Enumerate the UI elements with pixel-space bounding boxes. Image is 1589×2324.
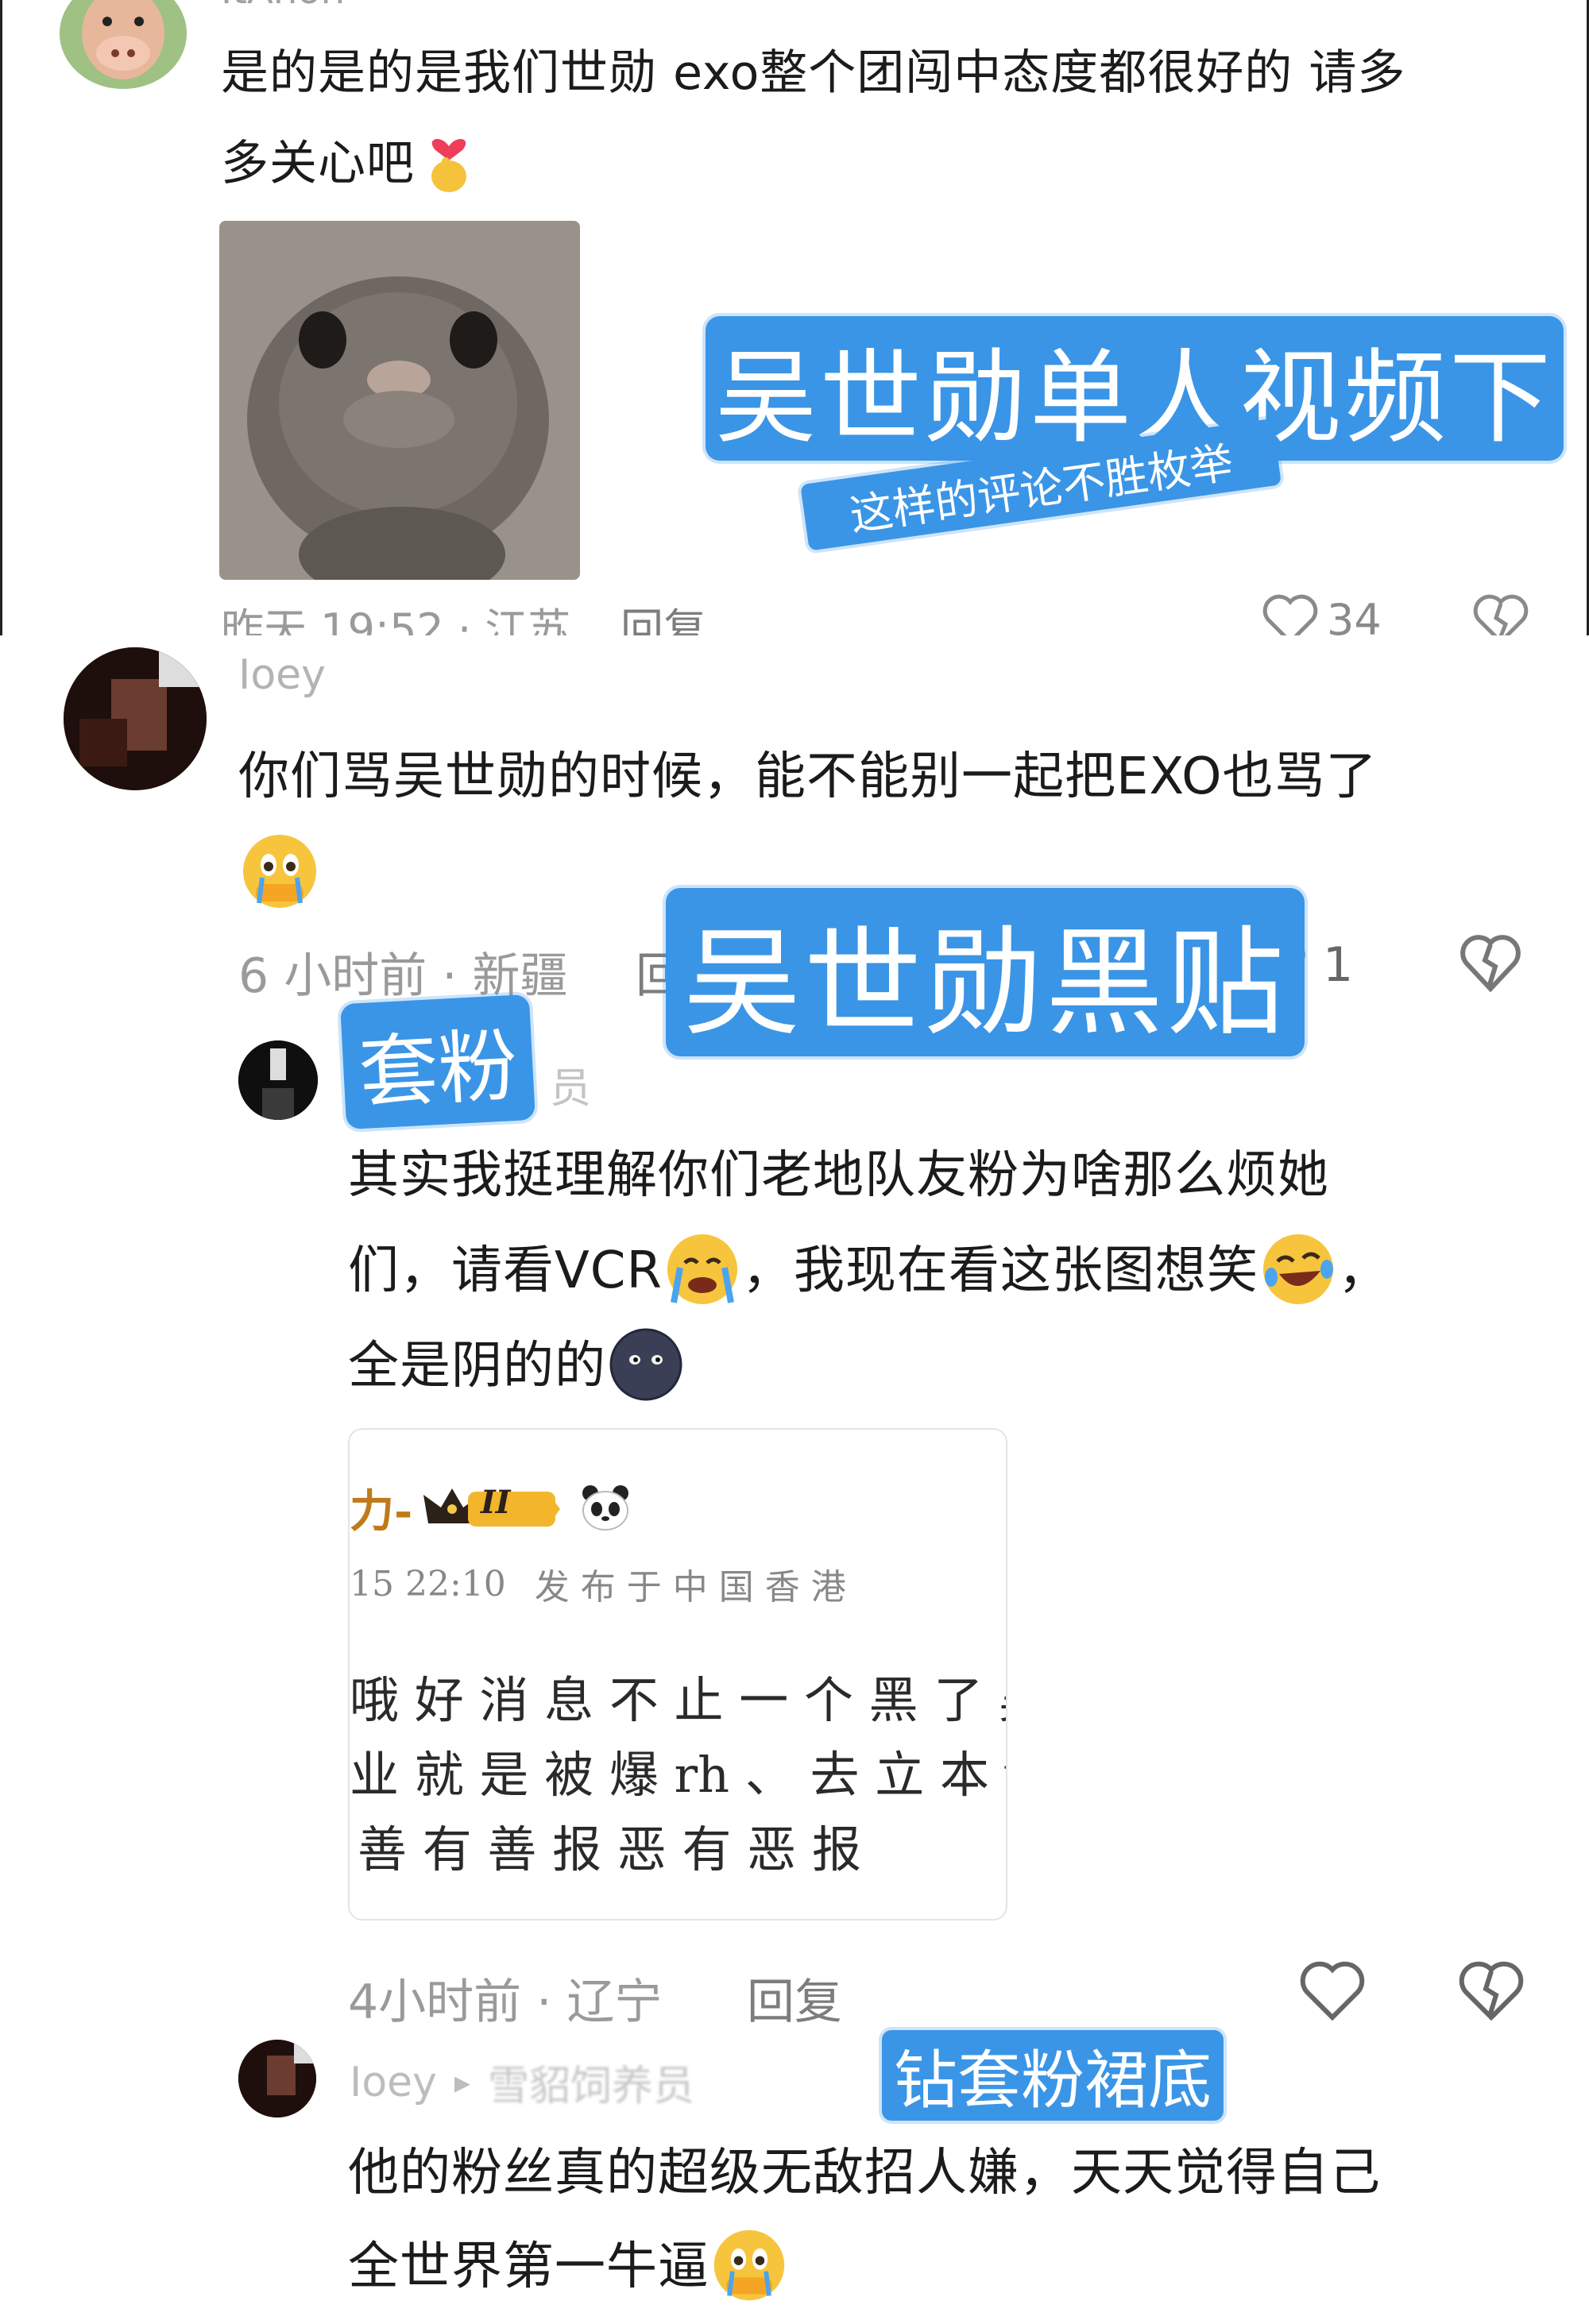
card-published: 发 布 于 中 国 香 港: [534, 1567, 846, 1608]
comment1-text-line1: 是的是的是我们世勋 exo整个团闯中态度都很好的 请多: [221, 45, 1406, 101]
card-line2: 业 就 是 被 爆 rh 、 去 立 本 yp 只: [350, 1746, 1006, 1804]
heart-icon: [1300, 1961, 1365, 2021]
comment3-text-line2a: 们，请看VCR: [348, 1241, 663, 1300]
comment4-text-line2: 全世界第一牛逼: [348, 2237, 709, 2296]
card-header-prefix: 力-: [350, 1484, 413, 1538]
comment4-avatar[interactable]: [238, 2040, 316, 2117]
cow-avatar-icon: [60, 0, 187, 89]
card-line1: 哦 好 消 息 不 止 一 个 黑 了 吴: [350, 1671, 1007, 1729]
card-time-row: 15 22:10 发 布 于 中 国 香 港: [350, 1558, 846, 1609]
new-moon-face-emoji: [606, 1325, 686, 1407]
user-avatar-photo: [238, 2040, 316, 2117]
comment3-text-line2c: ，: [1337, 1241, 1390, 1300]
panda-emoji: [579, 1484, 632, 1531]
card-line3: 善 有 善 报 恶 有 恶 报: [358, 1820, 861, 1878]
comment4-username[interactable]: Ioey: [350, 2059, 437, 2106]
comment3-reply-button[interactable]: 回复: [747, 1963, 842, 2033]
comment1-text-line2: 多关心吧: [221, 136, 415, 191]
laughing-crying-emoji: [1258, 1230, 1338, 1312]
comment3-avatar[interactable]: [238, 1040, 318, 1120]
card-badge-text: II: [481, 1484, 511, 1521]
comment4-username-row: Ioey ▸ 雪貂饲养员: [350, 2052, 694, 2112]
comment4-text-line1: 他的粉丝真的超级无敌招人嫌，天天觉得自己: [348, 2144, 1381, 2202]
crying-emoji: [238, 830, 321, 916]
comment-panel-top: ItAnon 是的是的是我们世勋 exo整个团闯中态度都很好的 请多 多关心吧 …: [0, 0, 1589, 654]
comment4-text-line2-row: 全世界第一牛逼: [348, 2219, 789, 2314]
comment2-username[interactable]: Ioey: [238, 651, 326, 699]
overlay-tag-fake-fan-under: 钻套粉裙底: [882, 2030, 1224, 2121]
user-avatar-photo: [64, 647, 207, 790]
comment2-text-line1: 你们骂吴世勋的时候，能不能别一起把EXO也骂了: [238, 747, 1378, 806]
comment3-text-line2b: ，我现在看这张图想笑: [741, 1241, 1258, 1300]
broken-heart-icon: [1459, 1961, 1524, 2021]
rabbit-photo: [219, 221, 580, 580]
comment3-dislike-button[interactable]: [1458, 1960, 1525, 2025]
card-time: 15 22:10: [350, 1563, 506, 1604]
user-avatar-photo: [238, 1040, 318, 1120]
loudly-crying-emoji: [663, 1230, 742, 1312]
comment3-username[interactable]: 员: [550, 1055, 591, 1114]
comment1-image[interactable]: [219, 221, 580, 580]
comment1-username[interactable]: ItAnon: [221, 0, 345, 13]
comment3-meta: 4小时前 · 辽宁: [348, 1975, 663, 2030]
comment2-avatar[interactable]: [64, 647, 207, 790]
comment3-text-line2-row: 们，请看VCR ，我现在看这张图想笑 ，: [348, 1223, 1390, 1318]
card-header-row: 力- II: [350, 1477, 632, 1538]
user-avatar[interactable]: [60, 0, 187, 89]
comment3-like-button[interactable]: [1299, 1960, 1366, 2025]
overlay-tag-black-post: 吴世勋黑贴: [666, 888, 1305, 1056]
arrow-icon: ▸: [454, 2063, 470, 2101]
comment3-text-line1: 其实我挺理解你们老地队友粉为啥那么烦她: [348, 1146, 1329, 1205]
comment-panel-bottom: Ioey 你们骂吴世勋的时候，能不能别一起把EXO也骂了 6 小时前 · 新疆 …: [0, 635, 1589, 2324]
comment2-dislike-button[interactable]: [1459, 933, 1522, 997]
quoted-screenshot-card[interactable]: 力- II 15 22:10 发 布 于 中 国 香 港 哦 好 消 息 不 止…: [348, 1428, 1007, 1921]
comment2-like-count: 1: [1323, 937, 1354, 993]
finger-heart-emoji: [421, 130, 477, 197]
broken-heart-icon: [1460, 935, 1521, 993]
comment4-username-suffix: 雪貂饲养员: [488, 2063, 695, 2110]
comment3-text-line3-row: 全是阴的的: [348, 1318, 686, 1414]
overlay-tag-fake-fan: 套粉: [340, 994, 535, 1130]
crying-emoji: [709, 2226, 789, 2308]
comment1-text-line2-row: 多关心吧: [221, 116, 477, 211]
comment3-text-line3: 全是阴的的: [348, 1337, 606, 1396]
